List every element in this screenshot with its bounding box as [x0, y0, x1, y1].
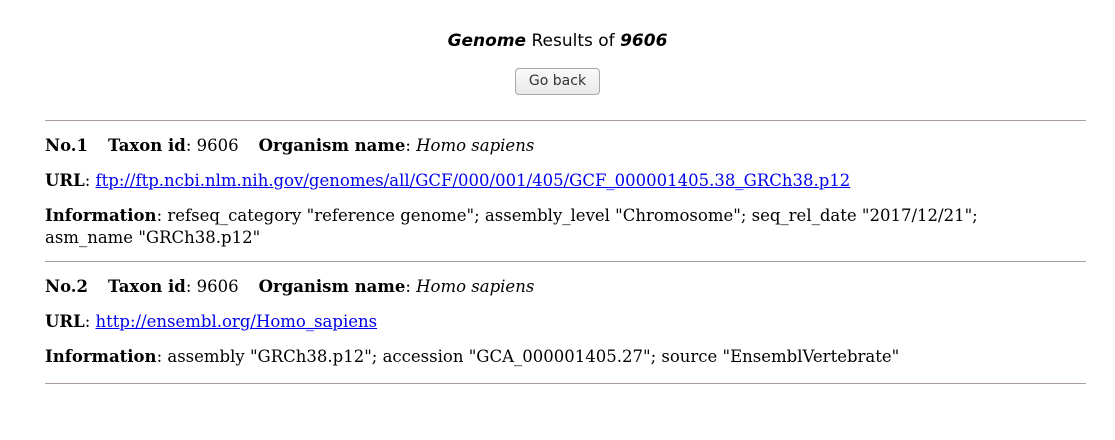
taxon-id-label: Taxon id	[108, 277, 186, 296]
title-taxon: 9606	[620, 31, 668, 51]
result-2-url: URL: http://ensembl.org/Homo_sapiens	[45, 312, 378, 331]
go-back-button[interactable]: Go back	[514, 68, 601, 95]
organism-name-label: Organism name	[258, 136, 406, 155]
information-label: Information	[45, 347, 157, 366]
taxon-id-label: Taxon id	[108, 136, 186, 155]
divider	[45, 120, 1086, 121]
result-1-information: Information: refseq_category "reference …	[45, 206, 978, 247]
url-label: URL	[45, 312, 85, 331]
taxon-id-value: 9606	[196, 136, 239, 155]
result-2-url-link[interactable]: http://ensembl.org/Homo_sapiens	[96, 312, 378, 331]
organism-name-value: Homo sapiens	[416, 136, 535, 155]
result-1-url-link[interactable]: ftp://ftp.ncbi.nlm.nih.gov/genomes/all/G…	[96, 171, 851, 190]
organism-name-value: Homo sapiens	[416, 277, 535, 296]
back-button-wrapper: Go back	[0, 68, 1115, 95]
result-1-header: No.1 Taxon id: 9606 Organism name: Homo sa…	[45, 136, 535, 155]
information-value: assembly "GRCh38.p12"; accession "GCA_00…	[167, 347, 900, 366]
result-number-label: No.2	[45, 277, 89, 296]
taxon-id-value: 9606	[196, 277, 239, 296]
result-2-information: Information: assembly "GRCh38.p12"; acce…	[45, 347, 900, 366]
divider	[45, 383, 1086, 384]
result-1-url: URL: ftp://ftp.ncbi.nlm.nih.gov/genomes/…	[45, 171, 851, 190]
result-number-label: No.1	[45, 136, 89, 155]
title-text: Results of	[526, 31, 621, 51]
divider	[45, 261, 1086, 262]
information-value: refseq_category "reference genome"; asse…	[45, 206, 978, 247]
result-2-header: No.2 Taxon id: 9606 Organism name: Homo sa…	[45, 277, 535, 296]
organism-name-label: Organism name	[258, 277, 406, 296]
page-title: Genome Results of 9606	[0, 30, 1115, 52]
url-label: URL	[45, 171, 85, 190]
title-database: Genome	[447, 31, 527, 51]
results-page: Genome Results of 9606 Go back No.1 Taxon…	[0, 0, 1115, 440]
information-label: Information	[45, 206, 157, 225]
